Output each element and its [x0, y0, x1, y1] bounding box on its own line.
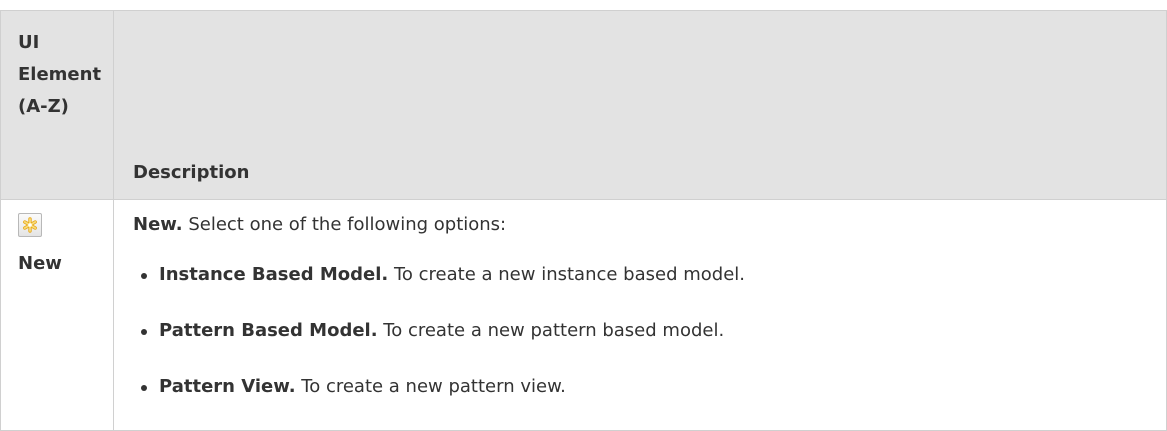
table-row: New New. Select one of the following opt… [0, 199, 1167, 431]
option-title: Pattern Based Model. [159, 320, 378, 341]
ui-element-cell: New [0, 199, 114, 431]
table-header-row: UI Element (A-Z) Description [0, 10, 1167, 200]
option-title: Pattern View. [159, 376, 296, 397]
list-item: Pattern Based Model. To create a new pat… [133, 318, 1166, 344]
option-text: To create a new pattern based model. [377, 320, 725, 341]
list-item: Instance Based Model. To create a new in… [133, 262, 1166, 288]
header-ui-element: UI Element (A-Z) [0, 10, 114, 200]
bullet-icon [141, 329, 147, 335]
description-intro: New. Select one of the following options… [133, 212, 1166, 238]
header-ui-element-line: (A-Z) [18, 96, 69, 117]
description-text: Select one of the following options: [182, 214, 507, 235]
description-cell: New. Select one of the following options… [113, 199, 1167, 431]
option-title: Instance Based Model. [159, 264, 389, 285]
header-ui-element-line: UI [18, 32, 40, 53]
asterisk-icon [23, 217, 37, 233]
options-list: Instance Based Model. To create a new in… [133, 262, 1166, 400]
bullet-icon [141, 385, 147, 391]
header-ui-element-line: Element [18, 64, 102, 85]
header-description: Description [113, 10, 1167, 200]
ui-elements-table: UI Element (A-Z) Description New New. Se… [0, 10, 1167, 431]
ui-element-name: New [18, 253, 62, 274]
bullet-icon [141, 273, 147, 279]
description-title: New. [133, 214, 183, 235]
new-icon [18, 213, 42, 237]
option-text: To create a new pattern view. [295, 376, 566, 397]
option-text: To create a new instance based model. [388, 264, 745, 285]
list-item: Pattern View. To create a new pattern vi… [133, 374, 1166, 400]
